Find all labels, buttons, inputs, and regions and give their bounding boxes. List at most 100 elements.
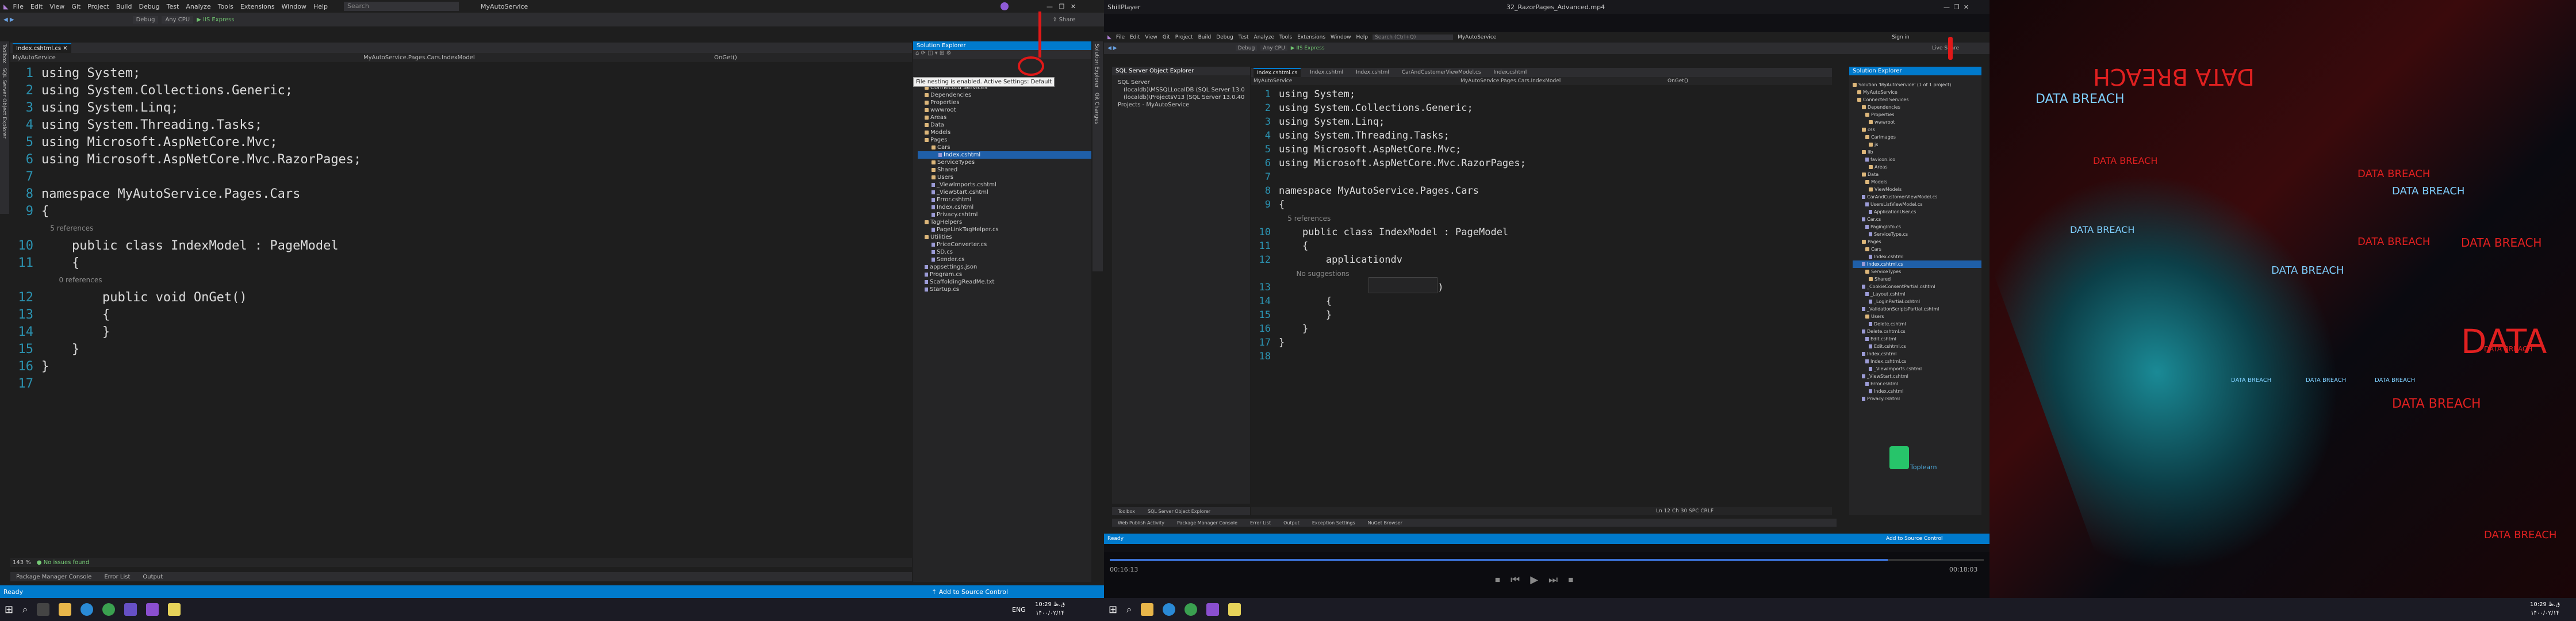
windows-start-icon-2[interactable]: ⊞	[1109, 604, 1117, 616]
vs2-tab[interactable]: Index.cshtml	[1352, 68, 1393, 76]
sql-item[interactable]: (localdb)\MSSQLLocalDB (SQL Server 13.0	[1116, 86, 1247, 94]
side-tab-sql[interactable]: SQL Server Object Explorer	[0, 66, 8, 141]
menu-item[interactable]: Analyze	[186, 3, 210, 10]
menu-item[interactable]: Project	[87, 3, 109, 10]
nav-project[interactable]: MyAutoService	[13, 55, 358, 61]
notes-icon-2[interactable]	[1228, 603, 1241, 616]
tree-item[interactable]: wwwroot	[918, 106, 1091, 114]
tree-item[interactable]: ApplicationUser.cs	[1853, 208, 1981, 216]
vs2-sign-in[interactable]: Sign in	[1892, 34, 1910, 40]
tree-item[interactable]: _ViewStart.cshtml	[1853, 373, 1981, 380]
tree-item[interactable]: PageLinkTagHelper.cs	[918, 226, 1091, 233]
vs2-menu-item[interactable]: File	[1116, 34, 1125, 40]
run-button[interactable]: ▶ IIS Express	[197, 17, 234, 23]
play-controls[interactable]: ⏹⏮▶⏭⏹	[1495, 574, 1584, 586]
nav-member[interactable]: OnGet()	[714, 55, 737, 61]
menu-item[interactable]: Help	[313, 3, 328, 10]
tree-item[interactable]: Cars	[1853, 246, 1981, 253]
window-controls[interactable]: — ❐ ✕	[1046, 3, 1076, 10]
bottom-tab[interactable]: Error List	[101, 573, 133, 581]
tree-item[interactable]: Pages	[1853, 238, 1981, 246]
tree-item[interactable]: Utilities	[918, 233, 1091, 241]
vs2-tab[interactable]: Index.cshtml	[1490, 68, 1531, 76]
tree-item[interactable]: Delete.cshtml	[1853, 320, 1981, 328]
tree-item[interactable]: Privacy.cshtml	[1853, 395, 1981, 402]
app-icon[interactable]	[124, 603, 137, 616]
vs2-nav-class[interactable]: MyAutoService.Pages.Cars.IndexModel	[1460, 78, 1662, 84]
tree-item[interactable]: Index.cshtml.cs	[1853, 358, 1981, 365]
tree-item[interactable]: wwwroot	[1853, 118, 1981, 126]
vs2-menu-item[interactable]: Edit	[1130, 34, 1140, 40]
menu-item[interactable]: Edit	[30, 3, 43, 10]
vs2-bottom-tab[interactable]: Package Manager Console	[1174, 519, 1241, 527]
tree-item[interactable]: Shared	[1853, 275, 1981, 283]
tree-item[interactable]: lib	[1853, 148, 1981, 156]
tree-item[interactable]: Areas	[918, 114, 1091, 121]
taskbar-search-icon[interactable]: ⌕	[22, 604, 28, 615]
task-view-icon[interactable]	[37, 603, 50, 616]
menu-item[interactable]: Test	[167, 3, 179, 10]
avatar[interactable]	[1000, 2, 1009, 10]
vs2-live-share[interactable]: Live Share	[1932, 45, 1959, 51]
vs2-bottom-left-tab[interactable]: Toolbox	[1114, 508, 1138, 515]
tree-item[interactable]: Index.cshtml	[918, 151, 1091, 159]
tree-item[interactable]: Index.cshtml	[1853, 388, 1981, 395]
tree-item[interactable]: Users	[1853, 313, 1981, 320]
menu-item[interactable]: Tools	[218, 3, 233, 10]
tree-item[interactable]: Edit.cshtml.cs	[1853, 343, 1981, 350]
vs2-bottom-tab[interactable]: Error List	[1247, 519, 1274, 527]
menu-item[interactable]: View	[49, 3, 64, 10]
tree-item[interactable]: favicon.ico	[1853, 156, 1981, 163]
vs2-bottom-tab[interactable]: NuGet Browser	[1364, 519, 1406, 527]
vs2-config[interactable]: Debug	[1235, 45, 1258, 51]
clock-left[interactable]: 10:29 ق.ظ ۱۴۰۰/۰۲/۱۴	[1035, 600, 1065, 618]
visual-studio-icon[interactable]	[146, 603, 159, 616]
tree-item[interactable]: Shared	[918, 166, 1091, 174]
sql-item[interactable]: Projects - MyAutoService	[1116, 101, 1247, 109]
vs2-tab[interactable]: Index.cshtml.cs	[1254, 68, 1301, 77]
vs2-tab[interactable]: CarAndCustomerViewModel.cs	[1398, 68, 1485, 76]
tree-item[interactable]: UsersListViewModel.cs	[1853, 201, 1981, 208]
tree-item[interactable]: Privacy.cshtml	[918, 211, 1091, 218]
tree-item[interactable]: Carlmages	[1853, 133, 1981, 141]
vs2-nav-project[interactable]: MyAutoService	[1254, 78, 1455, 84]
vs2-menu-item[interactable]: Extensions	[1297, 34, 1325, 40]
progress-bar[interactable]	[1110, 559, 1984, 561]
file-explorer-icon-2[interactable]	[1141, 603, 1154, 616]
tree-item[interactable]: SD.cs	[918, 248, 1091, 256]
tree-item[interactable]: ScaffoldingReadMe.txt	[918, 278, 1091, 286]
tree-item[interactable]: Connected Services	[1853, 96, 1981, 103]
vs2-bottom-tab[interactable]: Exception Settings	[1309, 519, 1359, 527]
vs2-run[interactable]: ▶ IIS Express	[1291, 45, 1325, 51]
config-dropdown[interactable]: Debug	[132, 16, 159, 24]
issues-indicator[interactable]: ● No issues found	[37, 559, 89, 566]
vs2-bottom-tab[interactable]: Output	[1280, 519, 1303, 527]
menu-item[interactable]: File	[13, 3, 23, 10]
file-explorer-icon[interactable]	[59, 603, 72, 616]
side-tab-solution[interactable]: Solution Explorer	[1092, 41, 1101, 90]
sql-item[interactable]: (localdb)\ProjectsV13 (SQL Server 13.0.4…	[1116, 94, 1247, 101]
vs2-menu-item[interactable]: Git	[1163, 34, 1170, 40]
tree-item[interactable]: Cars	[918, 144, 1091, 151]
notes-icon[interactable]	[168, 603, 181, 616]
tree-item[interactable]: ServiceTypes	[1853, 268, 1981, 275]
tree-item[interactable]: Pages	[918, 136, 1091, 144]
lang-indicator[interactable]: ENG	[1012, 606, 1026, 614]
vs2-platform[interactable]: Any CPU	[1260, 45, 1287, 51]
tab-index-cshtml-cs[interactable]: Index.cshtml.cs ✕	[13, 43, 71, 53]
vs2-source-control[interactable]: Add to Source Control	[1886, 536, 1943, 542]
tree-item[interactable]: MyAutoService	[1853, 89, 1981, 96]
source-control-button[interactable]: ↑ Add to Source Control	[931, 588, 1008, 596]
tree-item[interactable]: _LoginPartial.cshtml	[1853, 298, 1981, 305]
menu-item[interactable]: Git	[71, 3, 80, 10]
tree-item[interactable]: _ViewImports.cshtml	[1853, 365, 1981, 373]
vs2-search[interactable]: Search (Ctrl+Q)	[1373, 34, 1454, 40]
visual-studio-icon-2[interactable]	[1206, 603, 1220, 616]
tree-item[interactable]: Data	[1853, 171, 1981, 178]
vs2-menu-item[interactable]: Test	[1239, 34, 1249, 40]
tree-item[interactable]: Dependencies	[918, 91, 1091, 99]
back-icon[interactable]: ◀ ▶	[3, 17, 14, 23]
vs2-menu-item[interactable]: Help	[1356, 34, 1368, 40]
tree-item[interactable]: _Layout.cshtml	[1853, 290, 1981, 298]
tree-item[interactable]: Index.cshtml.cs	[1853, 260, 1981, 268]
